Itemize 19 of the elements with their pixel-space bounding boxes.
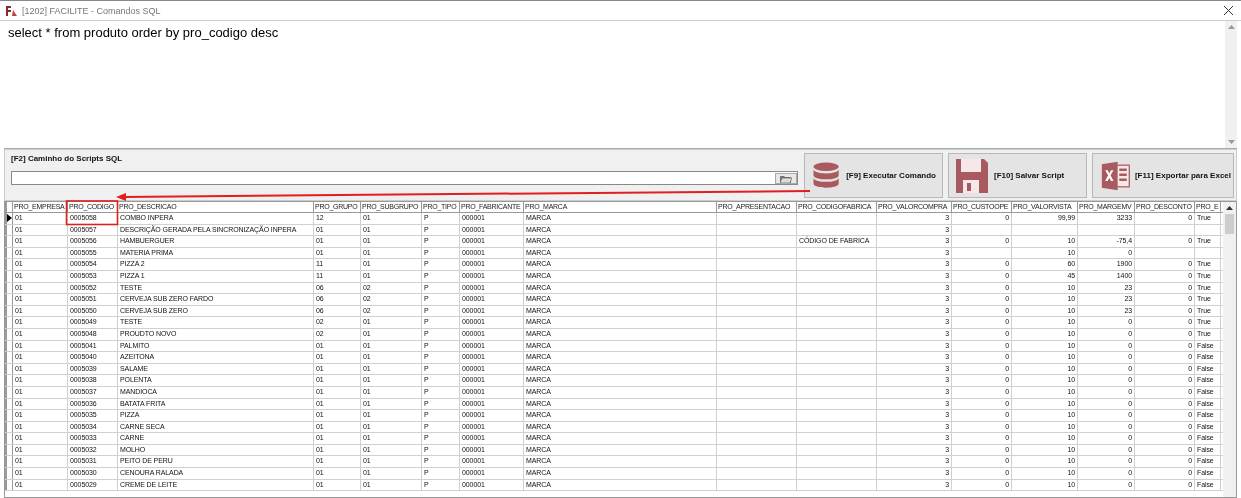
folder-icon xyxy=(780,173,792,183)
app-icon xyxy=(5,4,18,17)
highlight-box xyxy=(65,200,119,226)
path-field[interactable] xyxy=(11,171,798,185)
scrollbar[interactable] xyxy=(1225,21,1237,148)
path-label: [F2] Caminho do Scripts SQL xyxy=(11,154,124,163)
scroll-thumb[interactable] xyxy=(1225,214,1234,234)
sql-text: select * from produto order by pro_codigo desc xyxy=(7,24,280,42)
row-pointer-icon xyxy=(7,214,12,223)
window-title: [1202] FACILITE - Comandos SQL xyxy=(22,5,161,16)
browse-button[interactable] xyxy=(775,172,797,184)
scrollbar[interactable] xyxy=(1223,202,1236,497)
row-selector[interactable] xyxy=(5,213,13,224)
toolbar-button[interactable]: [F10] Salvar Script xyxy=(948,153,1087,198)
close-icon[interactable] xyxy=(1224,6,1233,15)
toolbar-button[interactable]: [F9] Executar Comando xyxy=(804,153,943,198)
toolbar-button[interactable]: [F11] Exportar para Excel xyxy=(1092,153,1234,198)
scroll-down-icon[interactable] xyxy=(1227,140,1235,144)
scroll-up-icon[interactable] xyxy=(1226,206,1233,210)
